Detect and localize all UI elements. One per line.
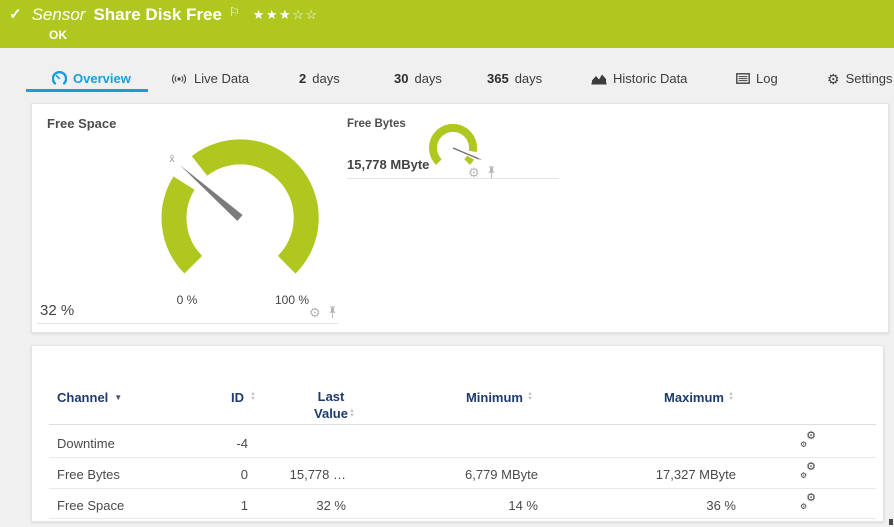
column-header-maximum[interactable]: Maximum [612, 390, 724, 405]
free-space-gauge: x̄ [150, 126, 330, 306]
tab-30-days[interactable]: 30 days [394, 71, 442, 86]
tab-overview-label: Overview [73, 71, 131, 86]
channel-minimum: 6,779 MByte [422, 467, 538, 482]
tab-log[interactable]: Log [736, 71, 778, 86]
tab-live-data-label: Live Data [194, 71, 249, 86]
gauges-panel: Free Space x̄ 0 % 100 % 32 % ⚙ Free Byte… [31, 103, 889, 333]
row-divider [49, 518, 876, 519]
free-bytes-gauge-value: 15,778 MByte [347, 157, 429, 172]
tab-bar: Overview Live Data 2 days 30 days 365 da… [0, 48, 894, 97]
tab-2-days[interactable]: 2 days [299, 71, 340, 86]
channel-last-value: 32 % [234, 498, 346, 513]
flag-icon[interactable]: ⚐ [229, 5, 240, 19]
status-ok-check-icon: ✓ [9, 6, 22, 24]
tab-live-data[interactable]: Live Data [170, 71, 249, 86]
channels-table-panel: Channel ▼ ID ▲▼ Last Value ▲▼ Minimum ▲▼… [31, 345, 884, 522]
row-divider [49, 488, 876, 489]
free-space-tile-controls: ⚙ [309, 306, 337, 319]
area-chart-icon [591, 73, 607, 85]
tab-historic-data-label: Historic Data [613, 71, 687, 86]
tab-365-days-number: 365 [487, 71, 509, 86]
column-header-channel[interactable]: Channel ▼ [57, 390, 122, 405]
row-divider [49, 457, 876, 458]
stars-filled: ★★★ [253, 7, 292, 22]
tab-settings[interactable]: ⚙ Settings [827, 71, 893, 86]
stars-empty: ☆☆ [292, 7, 318, 22]
tab-30-days-label: days [414, 71, 441, 86]
channel-minimum: 14 % [422, 498, 538, 513]
channel-id: -4 [152, 436, 248, 451]
table-header-divider [49, 424, 876, 425]
tab-2-days-number: 2 [299, 71, 306, 86]
channel-name[interactable]: Free Space [57, 498, 124, 513]
tab-365-days-label: days [515, 71, 542, 86]
tile-divider [347, 178, 559, 179]
sort-arrows-icon[interactable]: ▲▼ [250, 392, 256, 402]
sort-arrows-icon[interactable]: ▲▼ [728, 392, 734, 402]
tab-2-days-label: days [312, 71, 339, 86]
sort-arrows-icon[interactable]: ▲▼ [527, 392, 533, 402]
priority-stars[interactable]: ★★★☆☆ [253, 7, 319, 23]
free-space-gauge-value: 32 % [40, 302, 74, 319]
tab-historic-data[interactable]: Historic Data [591, 71, 687, 86]
channel-settings-gears-icon[interactable]: ⚙⚙ [800, 496, 816, 510]
gauge-settings-gear-icon[interactable]: ⚙ [309, 306, 321, 319]
tab-365-days[interactable]: 365 days [487, 71, 542, 86]
tab-log-label: Log [756, 71, 778, 86]
column-header-channel-label: Channel [57, 390, 108, 405]
column-header-minimum[interactable]: Minimum [412, 390, 523, 405]
object-type-label: Sensor [32, 5, 86, 25]
sensor-status-header: ✓ Sensor Share Disk Free ⚐ ★★★☆☆ OK [0, 0, 894, 48]
free-bytes-gauge-title: Free Bytes [347, 118, 406, 130]
pin-icon[interactable] [328, 306, 337, 319]
gauge-scale-min-label: 0 % [167, 293, 207, 307]
average-marker: x̄ [170, 154, 175, 165]
tile-divider [37, 323, 338, 324]
sort-arrows-icon[interactable]: ▲▼ [349, 409, 355, 419]
gauge-icon [52, 71, 67, 86]
sort-caret-down-icon: ▼ [114, 393, 122, 402]
free-space-gauge-title: Free Space [47, 116, 116, 131]
channel-settings-gears-icon[interactable]: ⚙⚙ [800, 465, 816, 479]
channel-maximum: 17,327 MByte [612, 467, 736, 482]
channel-name[interactable]: Free Bytes [57, 467, 120, 482]
channel-name[interactable]: Downtime [57, 436, 115, 451]
tab-settings-label: Settings [846, 71, 893, 86]
channel-last-value: 15,778 … [234, 467, 346, 482]
gear-icon: ⚙ [827, 72, 840, 86]
tab-30-days-number: 30 [394, 71, 408, 86]
sensor-status-text: OK [49, 28, 67, 42]
sensor-header-row: ✓ Sensor Share Disk Free ⚐ ★★★☆☆ [9, 5, 319, 25]
scrollbar-nub[interactable] [889, 519, 893, 525]
log-icon [736, 73, 750, 84]
prtg-sensor-overview-page: ✓ Sensor Share Disk Free ⚐ ★★★☆☆ OK Over… [0, 0, 894, 527]
channel-maximum: 36 % [612, 498, 736, 513]
channel-settings-gears-icon[interactable]: ⚙⚙ [800, 434, 816, 448]
sensor-name-title: Share Disk Free [93, 5, 222, 25]
tab-overview[interactable]: Overview [52, 71, 131, 86]
live-data-icon [170, 73, 188, 85]
active-tab-underline [26, 89, 148, 92]
column-header-id[interactable]: ID [152, 390, 244, 405]
